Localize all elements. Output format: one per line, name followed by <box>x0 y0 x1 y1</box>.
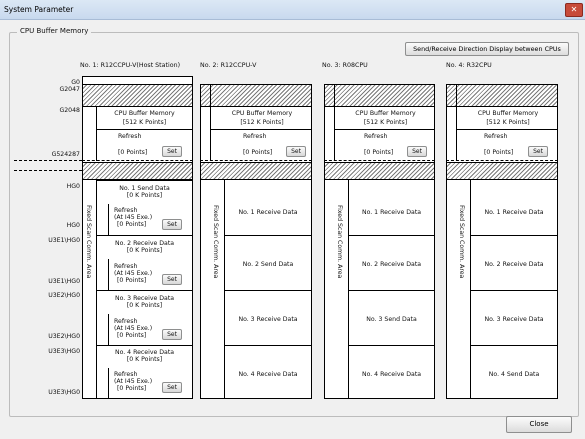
buffer-memory-title: CPU Buffer Memory <box>355 110 416 117</box>
refresh-label: Refresh <box>118 133 142 140</box>
window-title: System Parameter <box>4 5 74 14</box>
block-set-button[interactable]: Set <box>162 329 182 340</box>
buffer-memory-size: [512 K Points] <box>122 119 167 126</box>
block-set-button[interactable]: Set <box>162 274 182 285</box>
block-refresh-points: [0 Points] <box>117 332 147 339</box>
block-refresh-points: [0 Points] <box>117 221 147 228</box>
addr-u3e2-start: U3E2\HG0 <box>48 292 80 299</box>
close-button[interactable]: Close <box>506 416 572 433</box>
station-title-2: No. 2: R12CCPU-V <box>200 62 257 69</box>
block-refresh-points: [0 Points] <box>117 277 147 284</box>
close-icon[interactable]: ✕ <box>565 3 583 17</box>
addr-hg0-a: HG0 <box>66 183 80 190</box>
block-points: [0 K Points] <box>126 302 163 309</box>
refresh-set-button[interactable]: Set <box>286 146 306 157</box>
addr-u3e3-start: U3E3\HG0 <box>48 348 80 355</box>
addr-u3e1-start: U3E1\HG0 <box>48 237 80 244</box>
fixed-scan-comm-area-label: Fixed Scan Comm. Area <box>212 205 219 279</box>
data-block-3: No. 3 Send Data <box>366 316 417 323</box>
block-points: [0 K Points] <box>126 356 163 363</box>
buffer-memory-size: [512 K Points] <box>486 119 530 126</box>
refresh-points: [0 Points] <box>364 149 394 156</box>
station-title-4: No. 4: R32CPU <box>446 62 492 69</box>
title-bar: System Parameter ✕ <box>0 0 585 20</box>
separator-left-lower <box>14 170 82 171</box>
station-title-3: No. 3: R08CPU <box>322 62 368 69</box>
refresh-label: Refresh <box>484 133 508 140</box>
block-set-button[interactable]: Set <box>162 382 182 393</box>
addr-g2047: G2047 <box>59 86 80 93</box>
fixed-scan-comm-area-label: Fixed Scan Comm. Area <box>85 205 92 279</box>
block-set-button[interactable]: Set <box>162 219 182 230</box>
data-block-1: No. 1 Receive Data <box>361 209 422 216</box>
addr-u3e2-end: U3E2\HG0 <box>48 333 80 340</box>
buffer-memory-title: CPU Buffer Memory <box>231 110 293 117</box>
data-block-3: No. 3 Receive Data <box>238 316 298 323</box>
refresh-set-button[interactable]: Set <box>407 146 427 157</box>
data-block-2: No. 2 Receive Data <box>484 261 544 268</box>
station-title-1: No. 1: R12CCPU-V(Host Station) <box>80 62 181 69</box>
refresh-points: [0 Points] <box>243 149 273 156</box>
data-block-2: No. 2 Send Data <box>242 261 294 268</box>
data-block-4: No. 4 Receive Data <box>361 371 422 378</box>
fixed-scan-comm-area-label: Fixed Scan Comm. Area <box>458 205 465 279</box>
addr-g2048: G2048 <box>59 107 80 114</box>
addr-u3e3-end: U3E3\HG0 <box>48 389 80 396</box>
data-block-2: No. 2 Receive Data <box>361 261 422 268</box>
buffer-memory-title: CPU Buffer Memory <box>477 110 539 117</box>
data-block-4: No. 4 Send Data <box>488 371 540 378</box>
fixed-scan-comm-area-label: Fixed Scan Comm. Area <box>336 205 343 279</box>
addr-hg0-b: HG0 <box>66 222 80 229</box>
separator-left-upper <box>14 160 82 161</box>
refresh-label: Refresh <box>364 133 388 140</box>
block-points: [0 K Points] <box>126 192 163 199</box>
refresh-set-button[interactable]: Set <box>528 146 548 157</box>
refresh-points: [0 Points] <box>484 149 514 156</box>
addr-g0: G0 <box>71 79 80 86</box>
data-block-3: No. 3 Receive Data <box>484 316 544 323</box>
refresh-points: [0 Points] <box>118 149 148 156</box>
data-block-1: No. 1 Receive Data <box>484 209 544 216</box>
group-label: CPU Buffer Memory <box>17 27 92 35</box>
refresh-label: Refresh <box>243 133 267 140</box>
buffer-memory-size: [512 K Points] <box>363 119 408 126</box>
block-points: [0 K Points] <box>126 247 163 254</box>
buffer-memory-title: CPU Buffer Memory <box>114 110 175 117</box>
direction-display-button[interactable]: Send/Receive Direction Display between C… <box>405 42 569 56</box>
data-block-4: No. 4 Receive Data <box>238 371 298 378</box>
refresh-set-button[interactable]: Set <box>162 146 182 157</box>
addr-g524287: G524287 <box>51 151 80 158</box>
addr-u3e1-end: U3E1\HG0 <box>48 278 80 285</box>
reserved-area-hatch <box>82 84 193 107</box>
buffer-memory-size: [512 K Points] <box>240 119 284 126</box>
block-refresh-points: [0 Points] <box>117 385 147 392</box>
system-parameter-window: System Parameter ✕ CPU Buffer Memory Sen… <box>0 0 585 439</box>
data-block-1: No. 1 Receive Data <box>238 209 298 216</box>
